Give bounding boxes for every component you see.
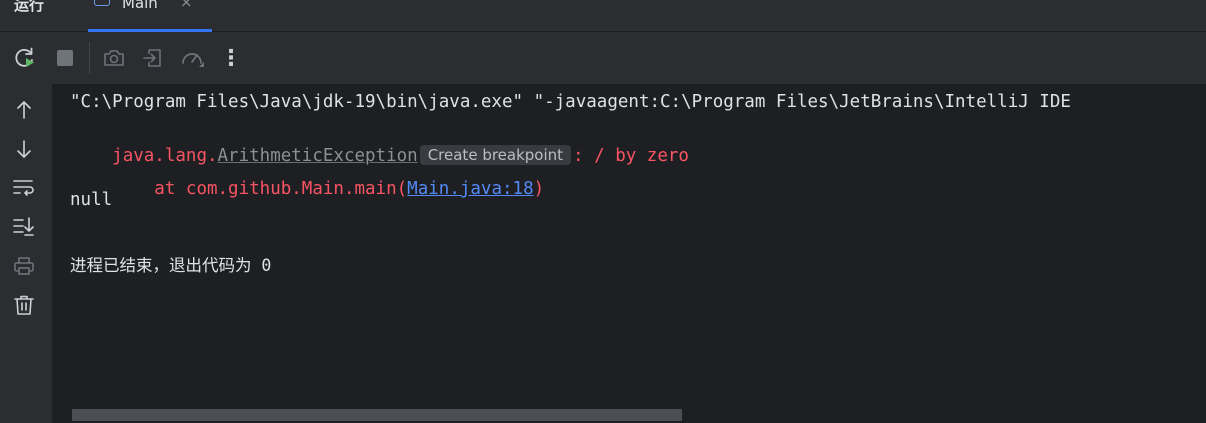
toolbar-separator bbox=[89, 42, 90, 74]
rerun-button[interactable] bbox=[11, 44, 39, 72]
arrow-up-icon bbox=[17, 101, 31, 119]
source-file-link[interactable]: Main.java:18 bbox=[407, 179, 533, 199]
screenshot-button[interactable] bbox=[100, 44, 128, 72]
console-line-command: "C:\Program Files\Java\jdk-19\bin\java.e… bbox=[70, 92, 1071, 112]
scroll-to-end-icon bbox=[13, 217, 34, 236]
soft-wrap-button[interactable] bbox=[10, 174, 38, 202]
clear-all-button[interactable] bbox=[10, 291, 38, 319]
soft-wrap-icon bbox=[13, 180, 34, 196]
more-options-button[interactable]: ⋮ bbox=[217, 44, 245, 72]
app-window-icon bbox=[94, 0, 110, 6]
up-stack-trace-button[interactable] bbox=[10, 96, 38, 124]
console-line-exit: 进程已结束，退出代码为 0 bbox=[70, 256, 272, 275]
console-side-toolbar bbox=[0, 84, 52, 423]
stop-icon bbox=[57, 50, 73, 66]
print-icon bbox=[14, 257, 34, 275]
stack-frame-suffix: ) bbox=[533, 179, 545, 199]
console-line-output: null bbox=[70, 190, 113, 210]
tab-main[interactable]: Main × bbox=[88, 0, 212, 32]
console-line-stack-frame: at com.github.Main.main(Main.java:18) bbox=[70, 156, 544, 222]
console-output[interactable]: "C:\Program Files\Java\jdk-19\bin\java.e… bbox=[52, 84, 1206, 423]
run-toolbar: ⋮ bbox=[0, 32, 1206, 84]
attach-debugger-button[interactable] bbox=[139, 44, 167, 72]
more-options-icon: ⋮ bbox=[220, 45, 242, 71]
stack-frame-prefix: at com.github.Main.main( bbox=[112, 179, 408, 199]
run-tool-window-title: 运行 bbox=[14, 0, 45, 14]
tab-main-label: Main bbox=[122, 0, 158, 12]
attach-debugger-icon bbox=[143, 49, 161, 67]
print-button[interactable] bbox=[10, 252, 38, 280]
down-stack-trace-button[interactable] bbox=[10, 135, 38, 163]
close-icon[interactable]: × bbox=[180, 0, 193, 11]
trash-icon bbox=[14, 295, 34, 315]
scroll-to-end-button[interactable] bbox=[10, 213, 38, 241]
arrow-down-icon bbox=[17, 140, 31, 158]
profiler-button[interactable] bbox=[178, 44, 206, 72]
horizontal-scrollbar[interactable] bbox=[72, 409, 682, 421]
screenshot-icon bbox=[104, 50, 124, 66]
rerun-icon bbox=[15, 47, 34, 67]
profiler-icon bbox=[182, 53, 204, 67]
exception-message: : / by zero bbox=[573, 146, 689, 166]
stop-button[interactable] bbox=[51, 44, 79, 72]
tool-window-header: 运行 Main × bbox=[0, 0, 1206, 32]
